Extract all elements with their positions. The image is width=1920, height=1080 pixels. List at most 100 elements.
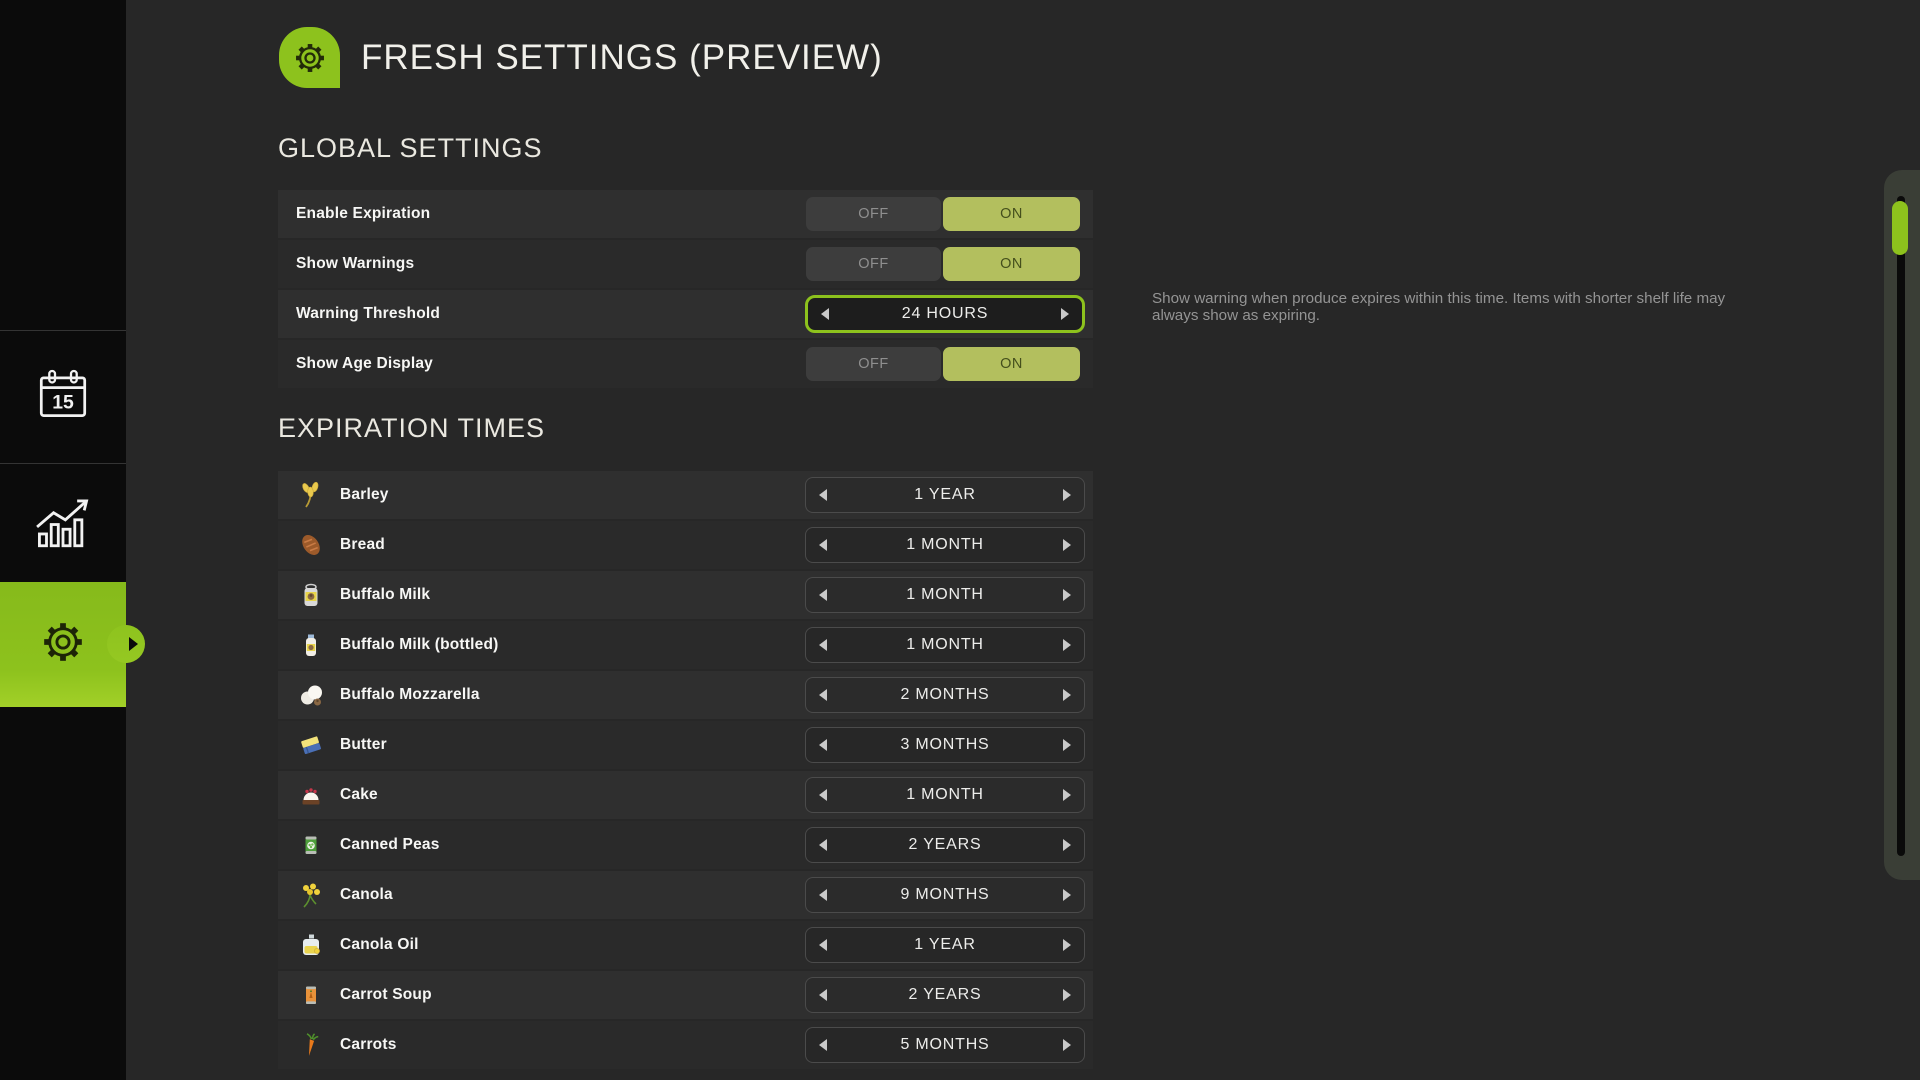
stepper-increase-button[interactable] xyxy=(1050,878,1084,912)
stepper-decrease-button[interactable] xyxy=(806,878,840,912)
expiration-row-carrot-soup: Carrot Soup 2 YEARS xyxy=(278,971,1093,1019)
arrow-left-icon xyxy=(819,489,827,501)
toggle-on-button[interactable]: ON xyxy=(943,347,1080,381)
stepper-decrease-button[interactable] xyxy=(806,1028,840,1062)
toggle-off-button[interactable]: OFF xyxy=(806,197,941,231)
item-label: Barley xyxy=(340,486,389,504)
toggle-off-button[interactable]: OFF xyxy=(806,247,941,281)
expiration-row-bread: Bread 1 MONTH xyxy=(278,521,1093,569)
barley-stepper[interactable]: 1 YEAR xyxy=(805,477,1085,513)
stepper-increase-button[interactable] xyxy=(1050,978,1084,1012)
carrot-soup-stepper[interactable]: 2 YEARS xyxy=(805,977,1085,1013)
stepper-increase-button[interactable] xyxy=(1050,778,1084,812)
stepper-value: 1 MONTH xyxy=(840,586,1050,604)
arrow-right-icon xyxy=(1063,839,1071,851)
arrow-right-icon xyxy=(1063,989,1071,1001)
stepper-decrease-button[interactable] xyxy=(806,978,840,1012)
stepper-value: 1 MONTH xyxy=(840,536,1050,554)
setting-row-show-age-display: Show Age Display OFF ON xyxy=(278,340,1093,388)
stepper-decrease-button[interactable] xyxy=(806,828,840,862)
arrow-right-icon xyxy=(1063,539,1071,551)
carrots-icon xyxy=(296,1030,326,1060)
stepper-increase-button[interactable] xyxy=(1050,628,1084,662)
arrow-left-icon xyxy=(819,839,827,851)
arrow-left-icon xyxy=(819,589,827,601)
scrollbar-thumb[interactable] xyxy=(1892,201,1908,255)
stepper-decrease-button[interactable] xyxy=(806,928,840,962)
item-label: Carrot Soup xyxy=(340,986,432,1004)
carrots-stepper[interactable]: 5 MONTHS xyxy=(805,1027,1085,1063)
stepper-increase-button[interactable] xyxy=(1050,728,1084,762)
gear-icon xyxy=(32,611,94,678)
expiration-row-canola: Canola 9 MONTHS xyxy=(278,871,1093,919)
bread-stepper[interactable]: 1 MONTH xyxy=(805,527,1085,563)
stepper-increase-button[interactable] xyxy=(1050,1028,1084,1062)
stepper-increase-button[interactable] xyxy=(1050,578,1084,612)
butter-stepper[interactable]: 3 MONTHS xyxy=(805,727,1085,763)
buffalo-milk-bottled-stepper[interactable]: 1 MONTH xyxy=(805,627,1085,663)
svg-text:15: 15 xyxy=(52,391,74,413)
show-age-display-toggle: OFF ON xyxy=(806,347,1080,381)
expiration-row-cake: Cake 1 MONTH xyxy=(278,771,1093,819)
expiration-row-canned-peas: Canned Peas 2 YEARS xyxy=(278,821,1093,869)
stepper-increase-button[interactable] xyxy=(1050,828,1084,862)
cake-stepper[interactable]: 1 MONTH xyxy=(805,777,1085,813)
expiration-row-buffalo-mozzarella: Buffalo Mozzarella 2 MONTHS xyxy=(278,671,1093,719)
item-label: Butter xyxy=(340,736,387,754)
canola-stepper[interactable]: 9 MONTHS xyxy=(805,877,1085,913)
sidebar: 15 xyxy=(0,0,126,1080)
enable-expiration-toggle: OFF ON xyxy=(806,197,1080,231)
chevron-right-icon xyxy=(129,637,138,651)
toggle-on-button[interactable]: ON xyxy=(943,247,1080,281)
global-settings-rows: Enable Expiration OFF ONShow Warnings OF… xyxy=(278,190,1093,390)
stepper-value: 1 YEAR xyxy=(840,486,1050,504)
butter-icon xyxy=(296,730,326,760)
stepper-decrease-button[interactable] xyxy=(806,478,840,512)
setting-row-show-warnings: Show Warnings OFF ON xyxy=(278,240,1093,288)
arrow-left-icon xyxy=(819,989,827,1001)
stepper-decrease-button[interactable] xyxy=(808,298,842,330)
stepper-decrease-button[interactable] xyxy=(806,578,840,612)
arrow-right-icon xyxy=(1063,739,1071,751)
app-gear-icon xyxy=(279,27,340,88)
buffalo-mozzarella-stepper[interactable]: 2 MONTHS xyxy=(805,677,1085,713)
arrow-left-icon xyxy=(819,639,827,651)
expiration-row-barley: Barley 1 YEAR xyxy=(278,471,1093,519)
warning-threshold-stepper[interactable]: 24 HOURS xyxy=(805,295,1085,333)
sidebar-item-calendar[interactable]: 15 xyxy=(0,331,126,463)
cake-icon xyxy=(296,780,326,810)
arrow-right-icon xyxy=(1063,939,1071,951)
buffalo-mozzarella-icon xyxy=(296,680,326,710)
canned-peas-icon xyxy=(296,830,326,860)
stepper-increase-button[interactable] xyxy=(1048,298,1082,330)
stepper-decrease-button[interactable] xyxy=(806,528,840,562)
canola-oil-stepper[interactable]: 1 YEAR xyxy=(805,927,1085,963)
toggle-off-button[interactable]: OFF xyxy=(806,347,941,381)
arrow-left-icon xyxy=(819,939,827,951)
stepper-value: 2 MONTHS xyxy=(840,686,1050,704)
expiration-row-butter: Butter 3 MONTHS xyxy=(278,721,1093,769)
stepper-decrease-button[interactable] xyxy=(806,628,840,662)
toggle-on-button[interactable]: ON xyxy=(943,197,1080,231)
stepper-increase-button[interactable] xyxy=(1050,478,1084,512)
arrow-right-icon xyxy=(1063,1039,1071,1051)
arrow-left-icon xyxy=(819,739,827,751)
canola-icon xyxy=(296,880,326,910)
stepper-decrease-button[interactable] xyxy=(806,728,840,762)
show-warnings-toggle: OFF ON xyxy=(806,247,1080,281)
canned-peas-stepper[interactable]: 2 YEARS xyxy=(805,827,1085,863)
stepper-increase-button[interactable] xyxy=(1050,678,1084,712)
stepper-decrease-button[interactable] xyxy=(806,678,840,712)
item-label: Canned Peas xyxy=(340,836,440,854)
stepper-increase-button[interactable] xyxy=(1050,928,1084,962)
setting-row-warning-threshold: Warning Threshold 24 HOURS xyxy=(278,290,1093,338)
sidebar-item-statistics[interactable] xyxy=(0,464,126,582)
buffalo-milk-icon xyxy=(296,580,326,610)
expiration-row-carrots: Carrots 5 MONTHS xyxy=(278,1021,1093,1069)
calendar-icon: 15 xyxy=(31,363,95,432)
buffalo-milk-stepper[interactable]: 1 MONTH xyxy=(805,577,1085,613)
stepper-increase-button[interactable] xyxy=(1050,528,1084,562)
arrow-left-icon xyxy=(819,789,827,801)
stepper-decrease-button[interactable] xyxy=(806,778,840,812)
item-label: Buffalo Mozzarella xyxy=(340,686,480,704)
